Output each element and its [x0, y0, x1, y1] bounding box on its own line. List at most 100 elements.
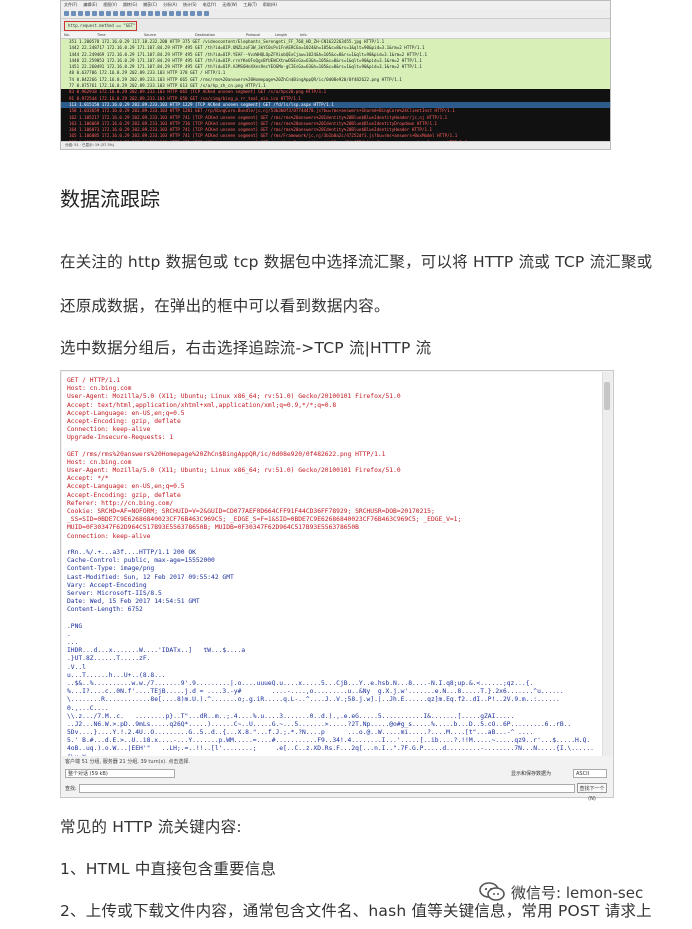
- menu-item[interactable]: 电话(Y): [203, 2, 217, 7]
- find-label: 查找:: [65, 786, 77, 792]
- find-next-button[interactable]: 查找下一个(N): [577, 783, 607, 802]
- menu-item[interactable]: 文件(F): [64, 2, 77, 7]
- toolbar-icon: [183, 11, 188, 16]
- toolbar-icon: [120, 11, 125, 16]
- client-line: Accept-Language: en-US,en;q=0.5: [67, 483, 185, 491]
- stream-gap: [67, 541, 603, 549]
- server-line: {\x.Y...: [67, 754, 603, 756]
- client-line: Host: cn.bing.com: [67, 385, 132, 393]
- client-line: GET /rms/rms%20answers%20Homepage%20ZhCn…: [67, 450, 386, 458]
- toolbar-icon: [85, 11, 90, 16]
- server-line: ..$&..%..........w.w./7.......9'.9......…: [67, 679, 534, 687]
- server-line: .}UT.8Z......T.....zF.: [67, 655, 151, 663]
- server-line: .V..l: [67, 663, 86, 671]
- display-filter-input[interactable]: http.request.method == "GET": [64, 21, 137, 31]
- client-line: Accept-Language: en-US,en;q=0.5: [67, 409, 185, 417]
- packet-list-header: No. Time Source Destination Protocol Length In…: [61, 32, 610, 39]
- menu-item[interactable]: 无线(W): [222, 2, 237, 7]
- packet-list: 351 1.200570 172.16.0.29 117.18.232.200 …: [61, 39, 610, 149]
- client-line: Upgrade-Insecure-Requests: 1: [67, 434, 174, 442]
- toolbar-icon: [190, 11, 195, 16]
- paragraph-2: 还原成数据，在弹出的框中可以看到数据内容。: [60, 297, 390, 315]
- client-line: User-Agent: Mozilla/5.0 (X11; Ubuntu; Li…: [67, 393, 401, 401]
- stream-scrollbar[interactable]: [602, 372, 612, 756]
- column-header[interactable]: Source: [141, 32, 192, 38]
- section-title: 数据流跟踪: [60, 187, 160, 211]
- list-item-1: 1、HTML 中直接包含重要信息: [60, 860, 277, 878]
- client-line: Host: cn.bing.com: [67, 458, 132, 466]
- server-line: .PNG: [67, 622, 83, 630]
- toolbar-icon: [78, 11, 83, 16]
- client-line: Accept-Encoding: gzip, deflate: [67, 491, 181, 499]
- server-line: Last-Modified: Sun, 12 Feb 2017 09:55:42…: [67, 573, 234, 581]
- paragraph-1: 在关注的 http 数据包或 tcp 数据包中选择流汇聚，可以将 HTTP 流或…: [60, 253, 653, 271]
- toolbar-icon: [106, 11, 111, 16]
- server-line: Date: Wed, 15 Feb 2017 14:54:51 GMT: [67, 598, 200, 606]
- menu-item[interactable]: 跳转(G): [123, 2, 137, 7]
- client-line: Referer: http://cn.bing.com/: [67, 499, 174, 507]
- server-line: 5Dv....}....Y.!.2.4U..O.........G..5..d.…: [67, 729, 534, 737]
- menu-item[interactable]: 编辑(E): [83, 2, 97, 7]
- menu-item[interactable]: 分析(A): [163, 2, 177, 7]
- server-line: \........R............8e[....8)m.U.).^..…: [67, 696, 560, 704]
- client-line: Connection: keep-alive: [67, 426, 151, 434]
- follow-stream-dialog: GET / HTTP/1.1 Host: cn.bing.com User-Agen…: [60, 370, 614, 802]
- find-input[interactable]: [79, 784, 575, 793]
- client-line: MUID=0F30347F62D964C517B93E556378650B; M…: [67, 524, 359, 532]
- server-line: Cache-Control: public, max-age=15552000: [67, 557, 215, 565]
- stream-stats: 客户端 51 分组, 服务器 21 分组, 39 turn(s). 点击选择.: [65, 759, 190, 765]
- wireshark-statusbar: 分组: 51 · 已显示: 19 (37.3%): [61, 141, 610, 149]
- server-line: IHDR...d...x.......W....'IDATx..] tW...$…: [67, 647, 246, 655]
- client-line: Connection: keep-alive: [67, 532, 151, 540]
- stream-gap: [67, 443, 603, 451]
- stream-content[interactable]: GET / HTTP/1.1 Host: cn.bing.com User-Agen…: [62, 372, 603, 756]
- scrollbar-thumb[interactable]: [604, 382, 610, 410]
- client-line: Accept: */*: [67, 475, 109, 483]
- server-line: 0.,...C....: [67, 704, 109, 712]
- server-line: u...T......h...U+..(8.8...: [67, 671, 166, 679]
- toolbar-icon: [134, 11, 139, 16]
- server-line: %...I?....c..0N.f'....TEjB.....j.d = ...…: [67, 688, 564, 696]
- menu-item[interactable]: 工具(T): [243, 2, 257, 7]
- server-line: 5.' B.#...d.E.>..U..i8.x....-...Y.......…: [67, 737, 591, 745]
- server-line: ...: [67, 639, 79, 646]
- paragraph-3: 选中数据分组后，右击选择追踪流->TCP 流|HTTP 流: [60, 339, 432, 357]
- toolbar-icon: [148, 11, 153, 16]
- toolbar-icon: [204, 11, 209, 16]
- column-header[interactable]: No.: [61, 32, 94, 38]
- conversation-select[interactable]: 整个对话 (59 kB): [65, 769, 175, 778]
- toolbar-icon: [127, 11, 132, 16]
- toolbar-icon: [176, 11, 181, 16]
- wireshark-menubar: 文件(F) 编辑(E) 视图(V) 跳转(G) 捕获(C) 分析(A) 统计(S) 电话(Y)…: [61, 1, 610, 9]
- wireshark-toolbar: [61, 9, 610, 19]
- toolbar-icon: [71, 11, 76, 16]
- column-header[interactable]: Info: [297, 32, 600, 38]
- server-line: \\.z.../7.M..c. ........p}..T"...dR..m..…: [67, 712, 515, 720]
- menu-item[interactable]: 视图(V): [103, 2, 117, 7]
- server-line: rRn..%/.+...a3f....HTTP/1.1 200 OK: [67, 548, 196, 556]
- client-line: Accept-Encoding: gzip, deflate: [67, 417, 181, 425]
- column-header[interactable]: Length: [272, 32, 297, 38]
- column-header[interactable]: Destination: [192, 32, 243, 38]
- client-line: Accept: text/html,application/xhtml+xml,…: [67, 401, 337, 409]
- menu-item[interactable]: 帮助(H): [263, 2, 277, 7]
- toolbar-icon: [99, 11, 104, 16]
- menu-item[interactable]: 捕获(C): [143, 2, 157, 7]
- client-line: GET / HTTP/1.1: [67, 377, 121, 384]
- column-header[interactable]: Protocol: [243, 32, 272, 38]
- list-intro: 常见的 HTTP 流关键内容:: [60, 818, 242, 836]
- menu-item[interactable]: 统计(S): [183, 2, 197, 7]
- toolbar-icon: [64, 11, 69, 16]
- stream-gap: [67, 614, 603, 622]
- client-line: Cookie: SRCHD=AF=NOFORM; SRCHUID=V=2&GUI…: [67, 508, 435, 515]
- server-line: ..J2...N6.W.>.pD..9mLs.....q26Q*.....)..…: [67, 720, 572, 728]
- toolbar-icon: [162, 11, 167, 16]
- server-line: 4oB..uq.).o.W...|EEH'" ..LH;.=..!!..[l'.…: [67, 745, 594, 753]
- show-as-label: 显示和保存数据为: [511, 771, 552, 777]
- show-as-select[interactable]: ASCII: [573, 769, 607, 778]
- server-line: Vary: Accept-Encoding: [67, 581, 147, 589]
- toolbar-icon: [113, 11, 118, 16]
- column-header[interactable]: Time: [94, 32, 141, 38]
- watermark: 微信号: lemon-sec: [478, 880, 643, 904]
- watermark-text: 微信号: lemon-sec: [511, 883, 644, 902]
